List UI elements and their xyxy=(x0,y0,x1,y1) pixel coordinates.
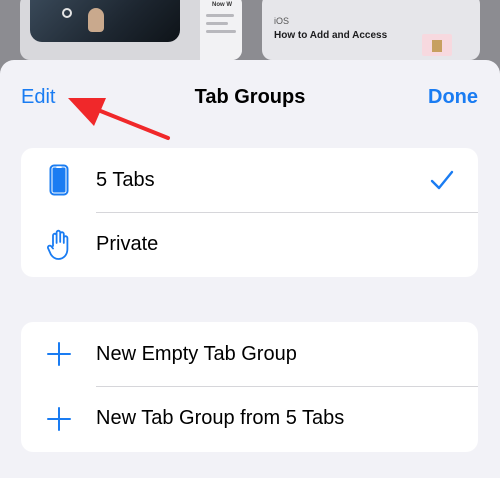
action-label: New Empty Tab Group xyxy=(96,342,297,365)
tab-group-row-5-tabs[interactable]: 5 Tabs xyxy=(21,148,478,213)
new-tab-group-from-tabs-button[interactable]: New Tab Group from 5 Tabs xyxy=(21,387,478,452)
text-line xyxy=(206,30,236,33)
page-thumbnail: Now W xyxy=(200,0,242,60)
action-label: New Tab Group from 5 Tabs xyxy=(96,407,345,430)
tab-group-row-private[interactable]: Private xyxy=(21,213,478,278)
tab-groups-list: 5 Tabs Private xyxy=(21,148,478,277)
plus-icon xyxy=(45,337,73,371)
tab-group-label: 5 Tabs xyxy=(96,168,155,191)
article-category: iOS xyxy=(274,16,290,26)
person-image xyxy=(88,8,104,32)
annotation-arrow-icon xyxy=(68,98,170,140)
done-button[interactable]: Done xyxy=(428,86,478,109)
article-image xyxy=(422,34,452,56)
text-line xyxy=(206,14,234,17)
tab-thumbnail-right[interactable]: iOS How to Add and Access xyxy=(262,0,480,60)
article-headline: How to Add and Access xyxy=(274,30,388,41)
new-empty-tab-group-button[interactable]: New Empty Tab Group xyxy=(21,322,478,387)
checkmark-icon xyxy=(430,170,454,190)
page-thumbnail-title: Now W xyxy=(212,2,232,8)
tab-group-actions-list: New Empty Tab Group New Tab Group from 5… xyxy=(21,322,478,452)
video-thumbnail xyxy=(30,0,180,42)
plus-icon xyxy=(45,402,73,436)
iphone-icon xyxy=(45,163,73,197)
text-line xyxy=(206,22,228,25)
tab-thumbnail-left[interactable]: Now W xyxy=(20,0,242,60)
camera-icon xyxy=(62,8,72,18)
hand-raised-icon xyxy=(45,228,73,262)
tab-group-label: Private xyxy=(96,233,159,256)
